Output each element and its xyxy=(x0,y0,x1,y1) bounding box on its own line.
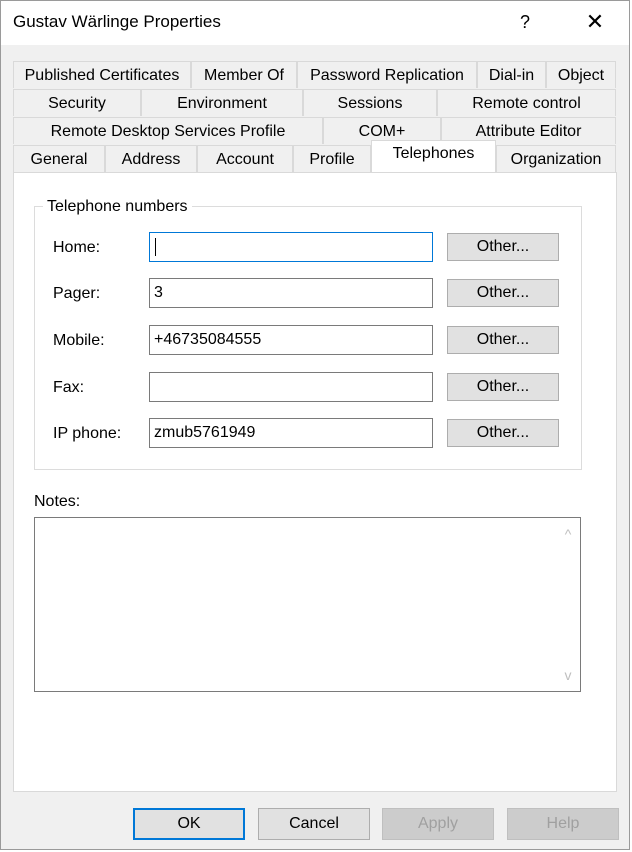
ip-phone-label: IP phone: xyxy=(53,425,122,442)
home-other-button[interactable]: Other... xyxy=(447,233,559,261)
tab-address[interactable]: Address xyxy=(105,145,197,172)
cancel-button[interactable]: Cancel xyxy=(258,808,370,840)
ip-phone-input[interactable]: zmub5761949 xyxy=(149,418,433,448)
mobile-label: Mobile: xyxy=(53,332,105,349)
home-input[interactable] xyxy=(149,232,433,262)
close-button[interactable]: ✕ xyxy=(573,5,617,39)
pager-other-button[interactable]: Other... xyxy=(447,279,559,307)
tab-sessions[interactable]: Sessions xyxy=(303,89,437,116)
help-button[interactable]: Help xyxy=(507,808,619,840)
properties-dialog: Gustav Wärlinge Properties ? ✕ Published… xyxy=(0,0,630,850)
tab-general[interactable]: General xyxy=(13,145,105,172)
tab-remote-control[interactable]: Remote control xyxy=(437,89,616,116)
notes-textarea[interactable]: ^ v xyxy=(34,517,581,692)
text-caret xyxy=(155,237,156,256)
tab-password-replication[interactable]: Password Replication xyxy=(297,61,477,88)
scroll-down-icon[interactable]: v xyxy=(556,663,580,687)
fax-other-button[interactable]: Other... xyxy=(447,373,559,401)
close-icon: ✕ xyxy=(585,9,605,34)
pager-input[interactable]: 3 xyxy=(149,278,433,308)
notes-label: Notes: xyxy=(34,493,81,510)
tab-security[interactable]: Security xyxy=(13,89,141,116)
ok-button[interactable]: OK xyxy=(133,808,245,840)
tab-published-certificates[interactable]: Published Certificates xyxy=(13,61,191,88)
ip-phone-other-button[interactable]: Other... xyxy=(447,419,559,447)
title-bar: Gustav Wärlinge Properties ? ✕ xyxy=(1,1,629,45)
window-title: Gustav Wärlinge Properties xyxy=(13,12,221,31)
tab-telephones[interactable]: Telephones xyxy=(371,140,496,172)
tab-remote-desktop-services-profile[interactable]: Remote Desktop Services Profile xyxy=(13,117,323,144)
help-title-button[interactable]: ? xyxy=(507,5,543,39)
apply-button[interactable]: Apply xyxy=(382,808,494,840)
group-title: Telephone numbers xyxy=(43,198,192,216)
home-label: Home: xyxy=(53,239,101,256)
notes-scrollbar[interactable]: ^ v xyxy=(556,518,580,691)
tab-environment[interactable]: Environment xyxy=(141,89,303,116)
fax-label: Fax: xyxy=(53,379,85,396)
fax-input[interactable] xyxy=(149,372,433,402)
tab-profile[interactable]: Profile xyxy=(293,145,371,172)
tab-account[interactable]: Account xyxy=(197,145,293,172)
mobile-input[interactable]: +46735084555 xyxy=(149,325,433,355)
tab-organization[interactable]: Organization xyxy=(496,145,616,172)
tab-member-of[interactable]: Member Of xyxy=(191,61,297,88)
pager-label: Pager: xyxy=(53,285,101,302)
scroll-up-icon[interactable]: ^ xyxy=(556,522,580,546)
mobile-other-button[interactable]: Other... xyxy=(447,326,559,354)
tab-object[interactable]: Object xyxy=(546,61,616,88)
tab-dial-in[interactable]: Dial-in xyxy=(477,61,546,88)
